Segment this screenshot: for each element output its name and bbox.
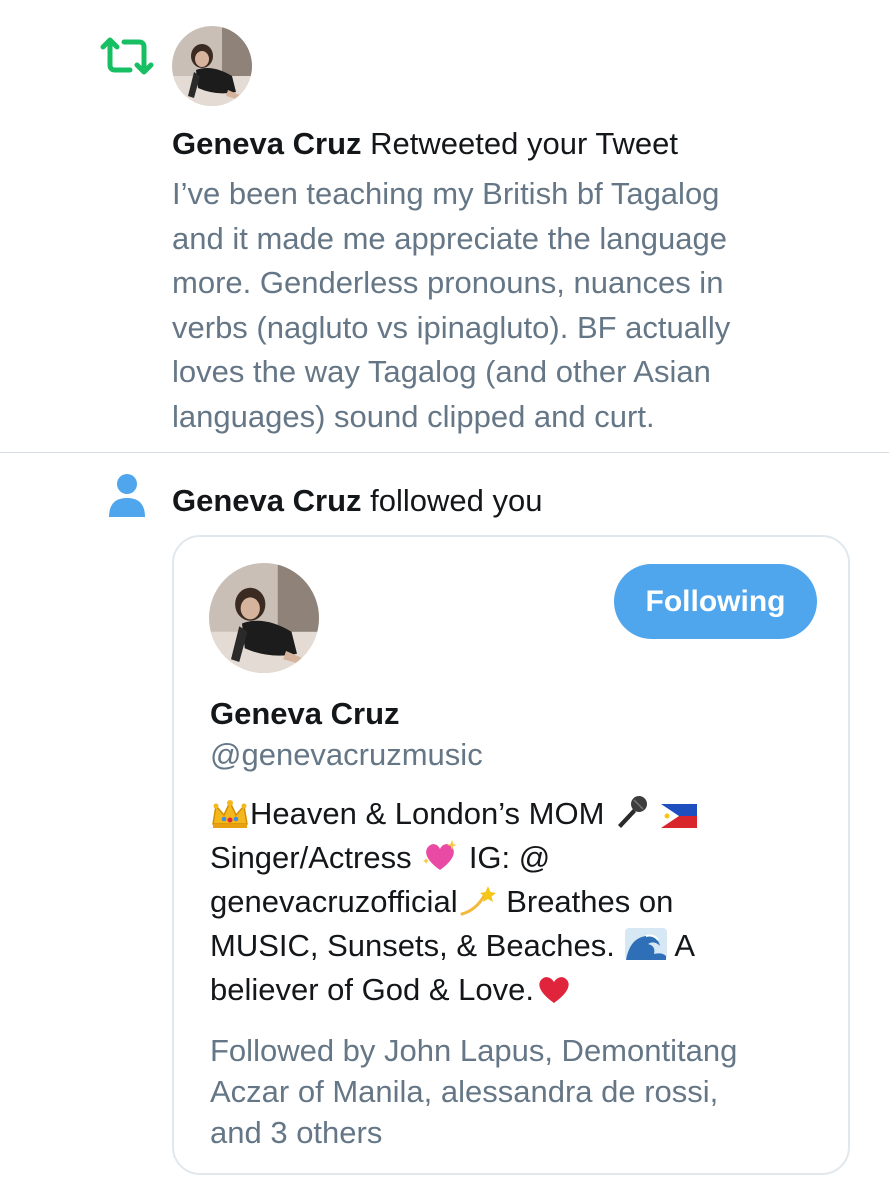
bio-link[interactable]: genevacruzofficial [210,884,458,919]
bio-line: Singer/Actress IG: @ [210,836,810,880]
bio-text: believer of God & Love. [210,972,534,1007]
followed-by-line: Followed by John Lapus, Demontitang [210,1033,738,1068]
follow-title: Geneva Cruz followed you [172,479,852,523]
bio-line: MUSIC, Sunsets, & Beaches. A [210,924,810,968]
bio-text: A [667,928,696,963]
tweet-line: loves the way Tagalog (and other Asian [172,354,711,389]
person-icon [109,474,145,517]
avatar[interactable] [209,563,319,673]
following-button[interactable]: Following [614,564,817,639]
tweet-line: and it made me appreciate the language [172,220,727,256]
profile-bio: Heaven & London’s MOM Singer/Actress IG:… [210,792,810,1012]
notifications-page: Geneva Cruz Retweeted your Tweet I’ve be… [0,0,889,1200]
action-text: followed you [370,483,543,518]
microphone-emoji [618,796,648,828]
bio-line: genevacruzofficial Breathes on [210,880,810,924]
tweet-line: I’ve been teaching my British bf Tagalog [172,176,720,211]
red-heart-emoji [539,977,569,1003]
bio-text: Breathes on [497,884,674,919]
sparkling-heart-emoji [423,840,458,870]
profile-handle[interactable]: @genevacruzmusic [210,733,483,777]
bio-text: Heaven & London’s MOM [250,796,614,831]
bio-text [651,796,660,831]
tweet-line: languages) sound clipped and curt. [172,398,655,434]
action-text: Retweeted your Tweet [370,126,679,161]
retweet-icon [100,37,154,75]
bio-text: IG: @ [460,840,551,875]
followed-by-line: and 3 others [210,1115,383,1150]
profile-name[interactable]: Geneva Cruz [210,692,400,736]
wave-emoji [624,928,667,960]
followed-by-line: Aczar of Manila, alessandra de rossi, [210,1074,719,1109]
dizzy-emoji [460,886,496,916]
philippines-flag-emoji [660,804,697,828]
tweet-line: verbs (nagluto vs ipinagluto). BF actual… [172,309,731,345]
avatar-photo [209,563,319,673]
bio-line: believer of God & Love. [210,968,810,1012]
user-name[interactable]: Geneva Cruz [172,483,362,518]
bio-text: MUSIC, Sunsets, & Beaches. [210,928,624,963]
profile-card[interactable]: Following Geneva Cruz @genevacruzmusic H… [172,535,850,1175]
tweet-line: more. Genderless pronouns, nuances in [172,265,724,300]
bio-text: Singer/Actress [210,840,421,875]
avatar[interactable] [172,26,252,106]
retweet-title: Geneva Cruz Retweeted your Tweet [172,122,852,166]
bio-line: Heaven & London’s MOM [210,792,810,836]
avatar-photo [172,26,252,106]
crown-emoji [212,800,248,828]
divider [0,452,889,453]
user-name[interactable]: Geneva Cruz [172,126,362,161]
followed-by-text: Followed by John Lapus, Demontitang Acza… [210,1030,830,1153]
tweet-text: I’ve been teaching my British bf Tagalog… [172,172,837,439]
